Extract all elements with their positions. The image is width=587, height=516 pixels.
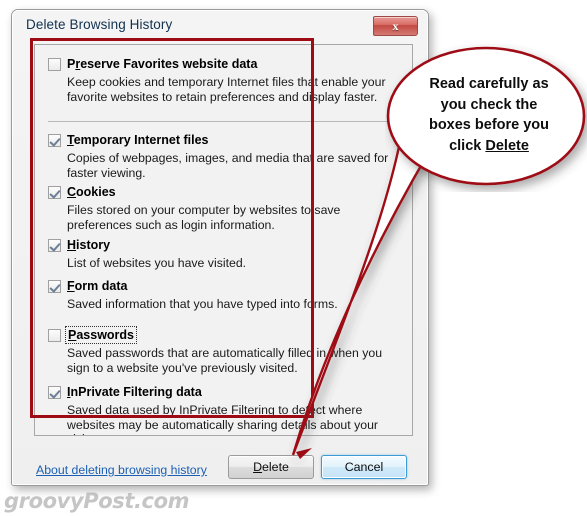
option-label: Passwords [64, 326, 138, 344]
checkbox-form-data[interactable] [48, 280, 61, 293]
checkbox-history[interactable] [48, 239, 61, 252]
close-button[interactable]: x [373, 16, 418, 36]
callout-line-1: Read carefully as [429, 76, 549, 92]
dialog-inner-frame: Delete Browsing History x Preserve Favor… [12, 10, 428, 485]
about-deleting-browsing-history-link[interactable]: About deleting browsing history [36, 463, 207, 477]
checkbox-preserve-favorites[interactable] [48, 58, 61, 71]
option-label: Form data [67, 279, 128, 293]
option-label: Temporary Internet files [67, 133, 209, 147]
option-label: History [67, 238, 111, 252]
option-description: Saved passwords that are automatically f… [67, 346, 383, 375]
callout-line-2: you check the [440, 96, 538, 113]
option-description: Saved information that you have typed in… [67, 297, 338, 311]
options-list-panel[interactable]: Preserve Favorites website data Keep coo… [34, 44, 413, 436]
option-form-data[interactable]: Form data Saved information that you hav… [48, 279, 398, 312]
close-icon: x [392, 19, 399, 33]
option-header: Preserve Favorites website data [48, 57, 398, 73]
checkbox-inprivate-filtering-data[interactable] [48, 386, 61, 399]
callout-line-3: boxes before you [428, 117, 550, 133]
option-label: Cookies [67, 185, 116, 199]
checkbox-cookies[interactable] [48, 186, 61, 199]
option-header: Cookies [48, 185, 398, 201]
watermark: groovyPost.com [4, 489, 190, 513]
delete-browsing-history-dialog: Delete Browsing History x Preserve Favor… [11, 9, 429, 486]
callout-line-4: click Delete [449, 137, 529, 154]
option-header: Temporary Internet files [48, 133, 398, 149]
option-header: Form data [48, 279, 398, 295]
title-bar: Delete Browsing History x [13, 11, 427, 41]
option-passwords[interactable]: Passwords Saved passwords that are autom… [48, 326, 398, 375]
checkbox-passwords[interactable] [48, 329, 61, 342]
option-label: InPrivate Filtering data [67, 385, 202, 399]
option-inprivate-filtering-data[interactable]: InPrivate Filtering data Saved data used… [48, 385, 398, 435]
option-description: Files stored on your computer by website… [67, 203, 341, 232]
cancel-button[interactable]: Cancel [321, 455, 407, 479]
option-cookies[interactable]: Cookies Files stored on your computer by… [48, 185, 398, 232]
option-header: InPrivate Filtering data [48, 385, 398, 401]
callout-bubble: Read carefully as you check the boxes be… [385, 44, 587, 192]
section-separator [48, 121, 395, 122]
dialog-title: Delete Browsing History [26, 17, 173, 32]
callout-text: Read carefully as you check the boxes be… [415, 74, 563, 156]
screenshot-root: Delete Browsing History x Preserve Favor… [0, 0, 587, 516]
delete-button[interactable]: Delete [228, 455, 314, 479]
option-description: List of websites you have visited. [67, 256, 247, 270]
checkbox-temporary-internet-files[interactable] [48, 134, 61, 147]
option-description: Copies of webpages, images, and media th… [67, 151, 389, 180]
option-history[interactable]: History List of websites you have visite… [48, 238, 398, 271]
option-preserve-favorites[interactable]: Preserve Favorites website data Keep coo… [48, 57, 398, 104]
option-header: Passwords [48, 326, 398, 344]
option-description: Saved data used by InPrivate Filtering t… [67, 403, 379, 435]
option-header: History [48, 238, 398, 254]
option-label: Preserve Favorites website data [67, 57, 258, 71]
option-description: Keep cookies and temporary Internet file… [67, 75, 386, 104]
option-temporary-internet-files[interactable]: Temporary Internet files Copies of webpa… [48, 133, 398, 180]
